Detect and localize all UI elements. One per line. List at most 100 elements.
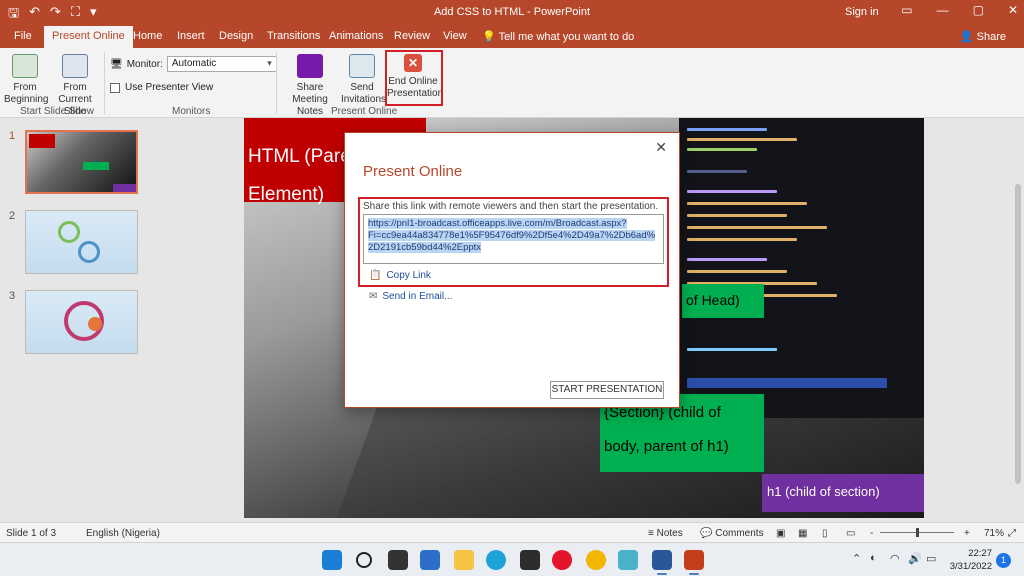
powerpoint-icon[interactable] — [684, 550, 704, 570]
tab-home[interactable]: Home — [133, 30, 162, 42]
monitor-select[interactable]: Automatic — [166, 56, 277, 72]
search-icon[interactable] — [356, 552, 372, 568]
normal-view-icon[interactable]: ▣ — [776, 528, 785, 539]
code-line — [687, 214, 787, 217]
dialog-title: Present Online — [363, 163, 463, 180]
broadcast-link-field[interactable]: https://pnl1-broadcast.officeapps.live.c… — [363, 214, 664, 264]
zoom-level[interactable]: 71% — [984, 528, 1004, 539]
email-icon: ✉ — [369, 291, 378, 302]
thumb-node — [88, 317, 102, 331]
ribbon-display-icon[interactable]: ▭ — [901, 3, 912, 17]
slideshow-view-icon[interactable]: ▭ — [846, 528, 855, 539]
app-icon[interactable] — [618, 550, 638, 570]
tab-review[interactable]: Review — [394, 30, 430, 42]
scrollbar-thumb[interactable] — [1015, 184, 1021, 484]
status-bar: Slide 1 of 3 English (Nigeria) ≡ Notes 💬… — [0, 522, 1024, 542]
tab-file[interactable]: File — [14, 30, 32, 42]
send-invitations-button[interactable]: Send Invitations — [341, 54, 386, 106]
dialog-close-icon[interactable]: ✕ — [655, 139, 667, 156]
from-beginning-button[interactable]: From Beginning — [4, 54, 48, 106]
comments-button[interactable]: 💬 Comments — [700, 528, 764, 539]
code-line — [687, 138, 797, 141]
start-presentation-button[interactable]: START PRESENTATION — [550, 381, 664, 399]
tab-design[interactable]: Design — [219, 30, 253, 42]
code-line — [687, 128, 767, 131]
reading-view-icon[interactable]: ▯ — [822, 528, 828, 539]
code-line — [687, 226, 827, 229]
task-view-icon[interactable] — [388, 550, 408, 570]
zoom-slider-thumb[interactable] — [916, 528, 919, 537]
clock-time: 22:27 — [968, 548, 992, 559]
slide-thumbnail-1[interactable] — [25, 130, 138, 194]
thumb-red-block — [29, 134, 55, 148]
chrome-icon[interactable] — [586, 550, 606, 570]
zoom-out-button[interactable]: - — [870, 528, 873, 539]
widgets-icon[interactable] — [420, 550, 440, 570]
thumb-purple-block — [113, 184, 136, 192]
tab-animations[interactable]: Animations — [329, 30, 383, 42]
tab-view[interactable]: View — [443, 30, 467, 42]
onenote-icon — [297, 54, 323, 78]
notification-badge[interactable]: 1 — [996, 553, 1011, 568]
slide-thumbnail-3[interactable] — [25, 290, 138, 354]
language-indicator[interactable]: English (Nigeria) — [86, 528, 160, 539]
slide-purple-box-h1[interactable]: h1 (child of section) — [762, 474, 924, 512]
code-line — [687, 348, 777, 351]
battery-icon[interactable]: ▭ — [926, 552, 936, 565]
slide-green-box-head[interactable]: of Head) — [682, 284, 764, 318]
edge-icon[interactable] — [486, 550, 506, 570]
tell-me-search[interactable]: 💡 Tell me what you want to do — [482, 30, 634, 43]
present-online-dialog: ✕ Present Online Share this link with re… — [344, 132, 680, 408]
chevron-up-icon[interactable]: ⌃ — [852, 552, 861, 565]
clock[interactable]: 22:27 3/31/2022 — [948, 547, 992, 573]
file-explorer-icon[interactable] — [454, 550, 474, 570]
clock-date: 3/31/2022 — [949, 561, 992, 572]
presenter-view-checkbox[interactable] — [110, 82, 120, 93]
thumb-green-block — [83, 162, 109, 170]
close-button[interactable]: ✕ — [1008, 3, 1018, 17]
slide-thumbnail-2[interactable] — [25, 210, 138, 274]
group-start-slide-show: Start Slide Show — [20, 106, 94, 117]
volume-icon[interactable]: 🔊 — [908, 552, 922, 565]
monitor-row: 🖥 Monitor: Automatic — [110, 56, 277, 72]
comment-icon: 💬 — [700, 528, 713, 539]
window-controls: ▭ — ▢ ✕ — [901, 3, 1018, 17]
invitation-icon — [349, 54, 375, 78]
tray-app-icon[interactable]: ◐ — [870, 552, 877, 564]
share-button[interactable]: 👤 Share — [960, 30, 1006, 43]
notes-button[interactable]: ≡ Notes — [648, 528, 683, 539]
thumb-circle — [58, 221, 80, 243]
tab-present-online[interactable]: Present Online — [44, 26, 133, 48]
tab-insert[interactable]: Insert — [177, 30, 205, 42]
presenter-view-row[interactable]: Use Presenter View — [110, 82, 213, 93]
lightbulb-icon: 💡 — [482, 31, 496, 43]
code-line — [687, 270, 787, 273]
copy-link-button[interactable]: 📋 Copy Link — [369, 270, 431, 281]
code-line — [687, 238, 797, 241]
opera-icon[interactable] — [552, 550, 572, 570]
tab-transitions[interactable]: Transitions — [267, 30, 320, 42]
slide-number-2: 2 — [9, 210, 16, 222]
ribbon-divider — [276, 52, 277, 114]
store-icon[interactable] — [520, 550, 540, 570]
slide-sorter-icon[interactable]: ▦ — [798, 528, 807, 539]
wifi-icon[interactable]: ◠ — [890, 552, 900, 565]
group-present-online: Present Online — [331, 106, 398, 117]
maximize-button[interactable]: ▢ — [973, 3, 984, 17]
code-line — [687, 148, 757, 151]
minimize-button[interactable]: — — [937, 3, 949, 17]
vertical-scrollbar[interactable] — [1012, 118, 1024, 522]
link-line: https://pnl1-broadcast.officeapps.live.c… — [368, 218, 627, 229]
slide-number-1: 1 — [9, 130, 16, 142]
monitor-icon: 🖥 — [110, 58, 123, 70]
thumb-circle — [78, 241, 100, 263]
sign-in-link[interactable]: Sign in — [845, 6, 879, 18]
code-line — [687, 202, 807, 205]
fit-slide-icon[interactable]: ⤢ — [1008, 528, 1016, 539]
send-in-email-button[interactable]: ✉ Send in Email... — [369, 291, 452, 302]
word-running-indicator — [657, 573, 667, 575]
windows-start-icon[interactable] — [322, 550, 342, 570]
zoom-in-button[interactable]: + — [964, 528, 970, 539]
code-screen-photo — [679, 118, 924, 418]
word-icon[interactable] — [652, 550, 672, 570]
